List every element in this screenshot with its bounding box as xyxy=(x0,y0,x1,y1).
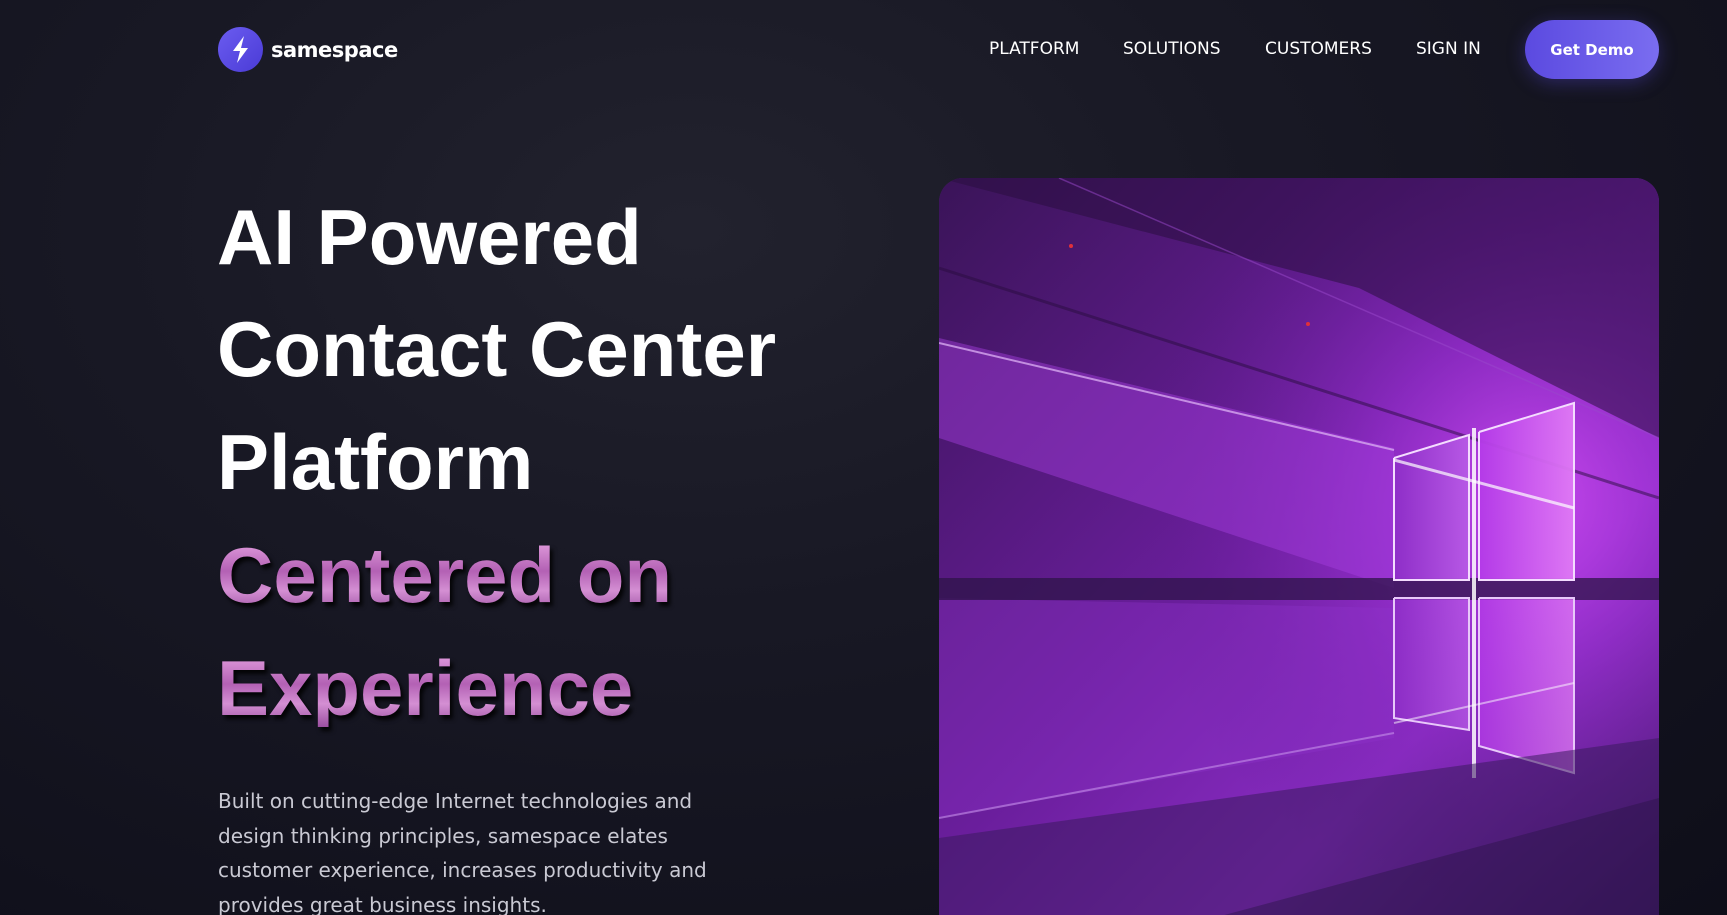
windows-light-graphic xyxy=(939,178,1659,915)
hero-title-line-1: AI Powered xyxy=(217,193,642,281)
hero-highlight-line-2: Experience xyxy=(217,644,634,732)
hero-title-line-2: Contact Center xyxy=(217,305,777,393)
get-demo-button[interactable]: Get Demo xyxy=(1525,20,1659,79)
nav-sign-in[interactable]: SIGN IN xyxy=(1416,39,1481,59)
windows-light-illustration xyxy=(939,178,1659,915)
hero-highlight-line-1: Centered on xyxy=(217,531,673,619)
samespace-logo-icon xyxy=(218,27,263,72)
nav-customers[interactable]: CUSTOMERS xyxy=(1265,39,1372,59)
samespace-logo-link[interactable]: samespace xyxy=(218,27,398,72)
hero-description: Built on cutting-edge Internet technolog… xyxy=(218,789,707,915)
landing-page: samespace PLATFORM SOLUTIONS CUSTOMERS S… xyxy=(0,0,1727,915)
site-header: samespace PLATFORM SOLUTIONS CUSTOMERS S… xyxy=(0,0,1727,100)
nav-platform[interactable]: PLATFORM xyxy=(989,39,1079,59)
brand-name: samespace xyxy=(271,37,398,62)
hero-title-line-3: Platform xyxy=(217,418,534,506)
nav-solutions[interactable]: SOLUTIONS xyxy=(1123,39,1221,59)
